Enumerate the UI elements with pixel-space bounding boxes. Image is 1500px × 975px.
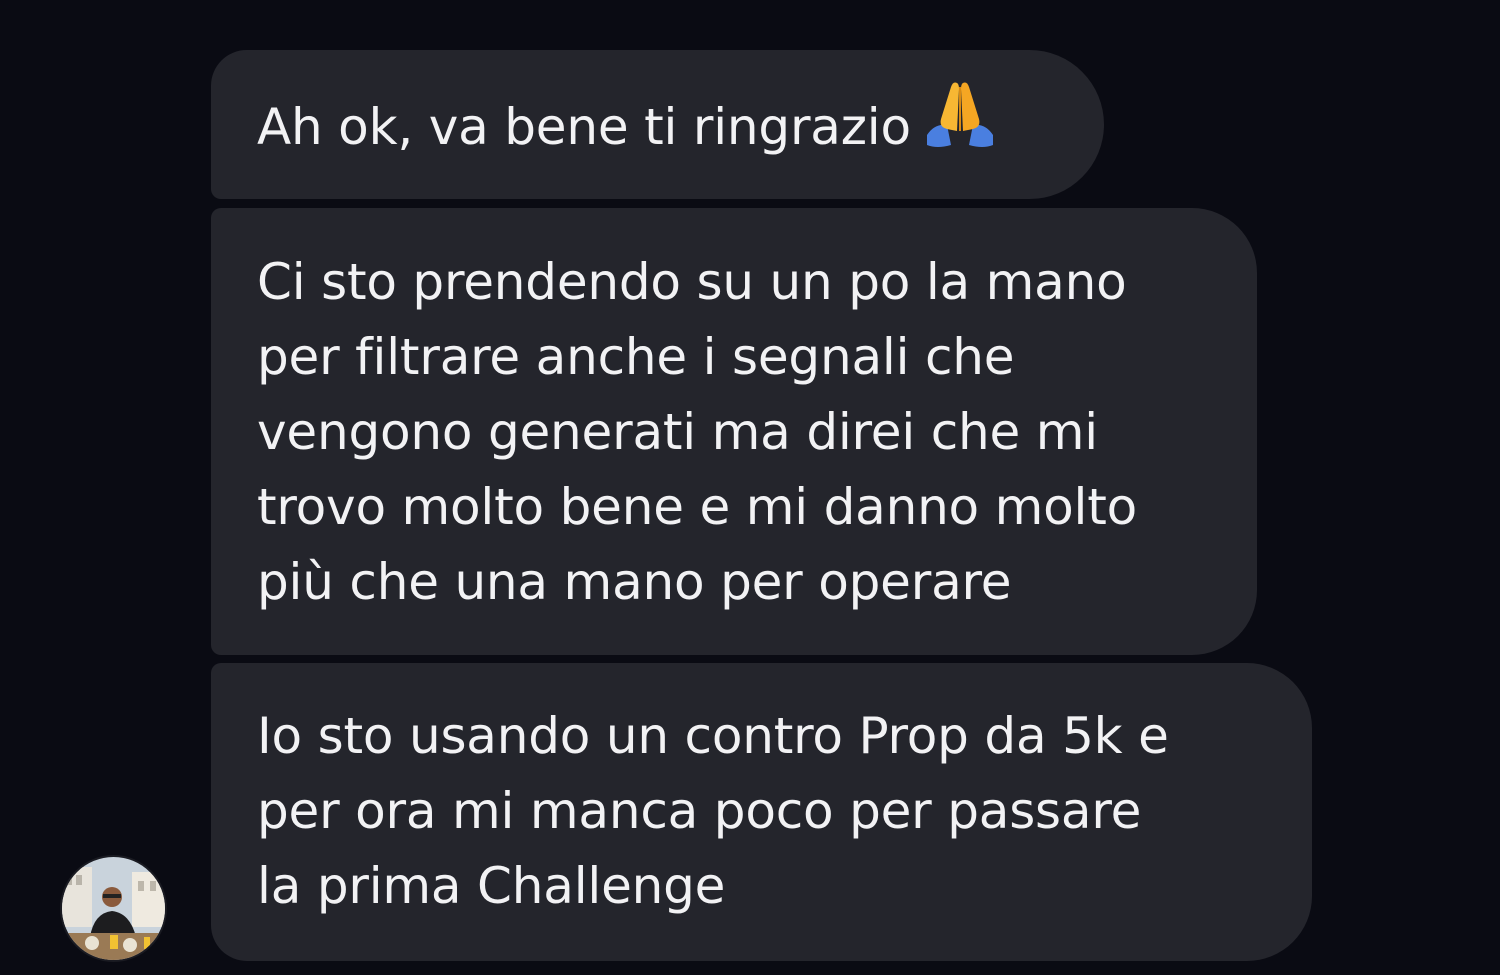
message-text: Ci sto prendendo su un po la mano per fi… — [257, 253, 1138, 611]
message-bubble[interactable]: Io sto usando un contro Prop da 5k e per… — [211, 663, 1312, 961]
message-bubble[interactable]: Ci sto prendendo su un po la mano per fi… — [211, 208, 1257, 655]
chat-thread: Ah ok, va bene ti ringrazio Ci sto prend… — [0, 0, 1500, 975]
message-text: Ah ok, va bene ti ringrazio — [257, 98, 911, 156]
folded-hands-emoji-icon — [921, 75, 999, 174]
sender-avatar[interactable] — [62, 857, 165, 960]
message-text: Io sto usando un contro Prop da 5k e per… — [257, 707, 1169, 915]
message-bubble[interactable]: Ah ok, va bene ti ringrazio — [211, 50, 1104, 199]
avatar-photo-icon — [62, 857, 165, 960]
